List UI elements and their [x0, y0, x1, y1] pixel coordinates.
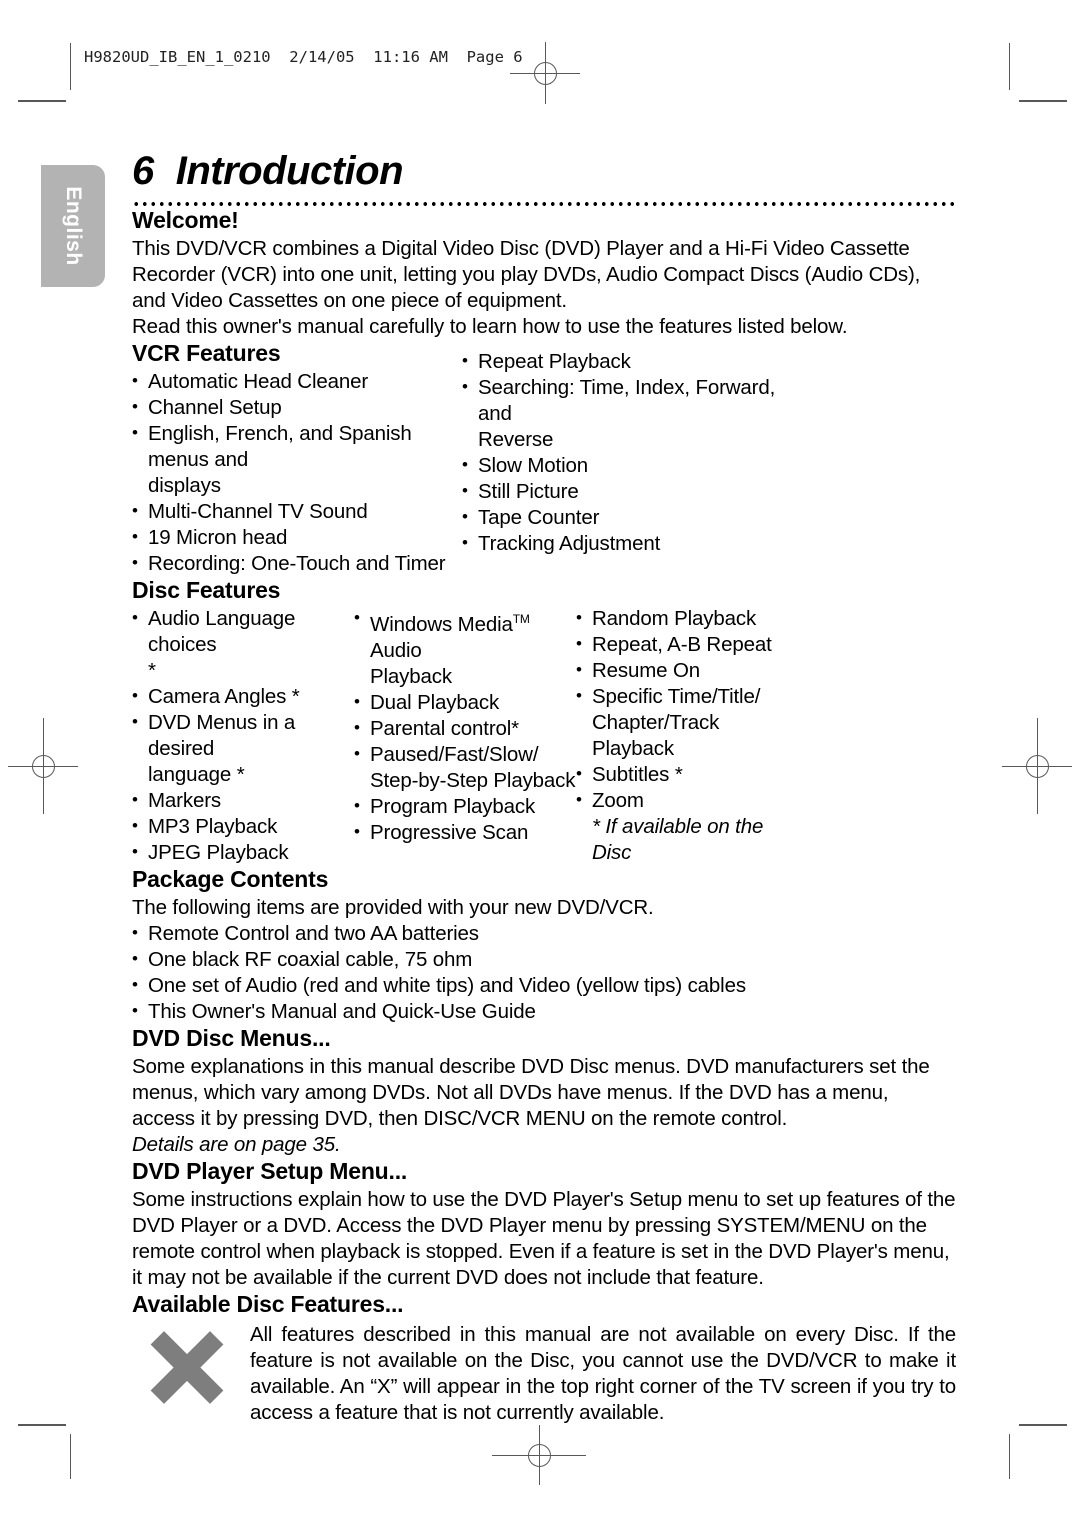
available-disc-features-block: All features described in this manual ar…: [132, 1322, 956, 1430]
list-item: Parental control*: [354, 715, 576, 742]
dvd-disc-menus-body: Some explanations in this manual describ…: [132, 1055, 930, 1130]
list-item: MP3 Playback: [132, 813, 354, 840]
page-content: 6 Introduction Welcome! This DVD/VCR comb…: [132, 150, 956, 1430]
list-item: Tape Counter: [462, 504, 802, 531]
list-item: Markers: [132, 787, 354, 814]
vcr-features-columns: Automatic Head Cleaner Channel Setup Eng…: [132, 348, 956, 577]
vcr-features-list-left: Automatic Head Cleaner Channel Setup Eng…: [132, 368, 462, 577]
section-heading-package-contents: Package Contents: [132, 866, 329, 892]
section-heading-welcome: Welcome!: [132, 207, 239, 233]
print-slug-text: H9820UD_IB_EN_1_0210 2/14/05 11:16 AM Pa…: [84, 48, 523, 66]
registration-mark-bottom-center: [492, 1425, 586, 1485]
section-heading-dvd-player-setup-menu: DVD Player Setup Menu...: [132, 1158, 408, 1184]
list-item: Audio Language choices: [132, 605, 354, 658]
list-item-continuation: language *: [148, 763, 245, 786]
vcr-features-column-right-wrap: Repeat Playback Searching: Time, Index, …: [462, 348, 802, 557]
package-contents-list: Remote Control and two AA batteries One …: [132, 920, 956, 1025]
list-item-continuation: Step-by-Step Playback: [370, 768, 576, 792]
list-item: Searching: Time, Index, Forward, and: [462, 374, 802, 427]
list-item-windows-media-audio: Windows MediaTM Audio: [354, 605, 576, 664]
list-item-continuation: Playback: [370, 664, 452, 688]
list-item: Repeat, A-B Repeat: [576, 631, 798, 658]
disc-features-column-3: Random Playback Repeat, A-B Repeat Resum…: [576, 605, 798, 866]
crop-mark-top-right-vertical: [1009, 43, 1010, 90]
disc-features-columns: Audio Language choices * Camera Angles *…: [132, 605, 956, 866]
list-item: Dual Playback: [354, 689, 576, 716]
disc-features-column-2: Windows MediaTM Audio Playback Dual Play…: [354, 605, 576, 866]
list-item: Slow Motion: [462, 452, 802, 479]
crop-mark-bottom-right-vertical: [1009, 1434, 1010, 1479]
list-item-continuation: Reverse: [478, 428, 554, 451]
crop-mark-top-left-horizontal: [18, 100, 66, 102]
registration-mark-right-center: [1002, 718, 1072, 814]
trademark-symbol: TM: [512, 612, 530, 626]
wma-label-pre: Windows Media: [370, 612, 513, 636]
list-item: Camera Angles *: [132, 683, 354, 710]
list-item: Repeat Playback: [462, 348, 802, 375]
vcr-features-list-right: Repeat Playback Searching: Time, Index, …: [462, 348, 802, 557]
list-item: Resume On: [576, 657, 798, 684]
page-title: 6 Introduction: [132, 150, 956, 192]
registration-mark-circle: [1025, 754, 1049, 778]
crop-mark-bottom-right-horizontal: [1019, 1424, 1067, 1426]
registration-mark-circle: [527, 1443, 551, 1467]
welcome-paragraph-1: This DVD/VCR combines a Digital Video Di…: [132, 237, 921, 312]
available-disc-features-text-wrap: All features described in this manual ar…: [250, 1322, 956, 1426]
disc-features-list-2: Windows MediaTM Audio Playback Dual Play…: [354, 605, 576, 846]
list-item: DVD Menus in a desired: [132, 709, 354, 762]
list-item: Automatic Head Cleaner: [132, 368, 462, 395]
registration-mark-left-center: [8, 718, 78, 814]
wma-label-post: Audio: [370, 638, 422, 662]
list-item: Channel Setup: [132, 394, 462, 421]
disc-features-list-3: Random Playback Repeat, A-B Repeat Resum…: [576, 605, 798, 866]
language-tab-english: English: [41, 165, 105, 287]
list-item: Subtitles *: [576, 761, 798, 788]
section-heading-dvd-disc-menus: DVD Disc Menus...: [132, 1025, 331, 1051]
crop-mark-bottom-left-vertical: [70, 1434, 71, 1479]
list-item: Remote Control and two AA batteries: [132, 920, 956, 947]
dvd-disc-menus-reference: Details are on page 35.: [132, 1133, 341, 1156]
language-tab-label: English: [62, 186, 85, 266]
list-item-continuation: displays: [148, 474, 221, 497]
list-item-continuation: Chapter/Track Playback: [592, 711, 720, 760]
disc-features-footnote: * If available on the Disc: [592, 815, 764, 864]
list-item: Progressive Scan: [354, 819, 576, 846]
list-item: One black RF coaxial cable, 75 ohm: [132, 946, 956, 973]
section-heading-available-disc-features: Available Disc Features...: [132, 1291, 404, 1317]
list-item: Recording: One-Touch and Timer: [132, 550, 462, 577]
list-item: This Owner's Manual and Quick-Use Guide: [132, 998, 956, 1025]
list-item: Program Playback: [354, 793, 576, 820]
list-item: Tracking Adjustment: [462, 530, 802, 557]
dvd-player-setup-menu-body: Some instructions explain how to use the…: [132, 1188, 956, 1289]
disc-features-list-1: Audio Language choices * Camera Angles *…: [132, 605, 354, 866]
list-item: Zoom: [576, 787, 798, 814]
x-mark-icon: [148, 1328, 226, 1406]
list-item-continuation: *: [148, 659, 156, 682]
welcome-paragraph-2: Read this owner's manual carefully to le…: [132, 315, 848, 338]
list-item: English, French, and Spanish menus and: [132, 420, 462, 473]
list-item: JPEG Playback: [132, 839, 354, 866]
page-title-text: Introduction: [175, 149, 404, 193]
registration-mark-circle: [31, 754, 55, 778]
list-item: Random Playback: [576, 605, 798, 632]
slug-divider: [70, 43, 71, 90]
page-number: 6: [132, 149, 154, 193]
section-heading-disc-features: Disc Features: [132, 577, 281, 603]
registration-mark-circle: [533, 61, 557, 85]
list-item: 19 Micron head: [132, 524, 462, 551]
list-item: Still Picture: [462, 478, 802, 505]
package-contents-intro: The following items are provided with yo…: [132, 896, 654, 919]
disc-features-column-1: Audio Language choices * Camera Angles *…: [132, 605, 354, 866]
list-item: Multi-Channel TV Sound: [132, 498, 462, 525]
list-item: One set of Audio (red and white tips) an…: [132, 972, 956, 999]
crop-mark-bottom-left-horizontal: [18, 1424, 66, 1426]
list-item: Specific Time/Title/: [576, 683, 798, 710]
available-disc-features-body: All features described in this manual ar…: [250, 1323, 956, 1424]
list-item: Paused/Fast/Slow/: [354, 741, 576, 768]
crop-mark-top-right-horizontal: [1019, 100, 1067, 102]
